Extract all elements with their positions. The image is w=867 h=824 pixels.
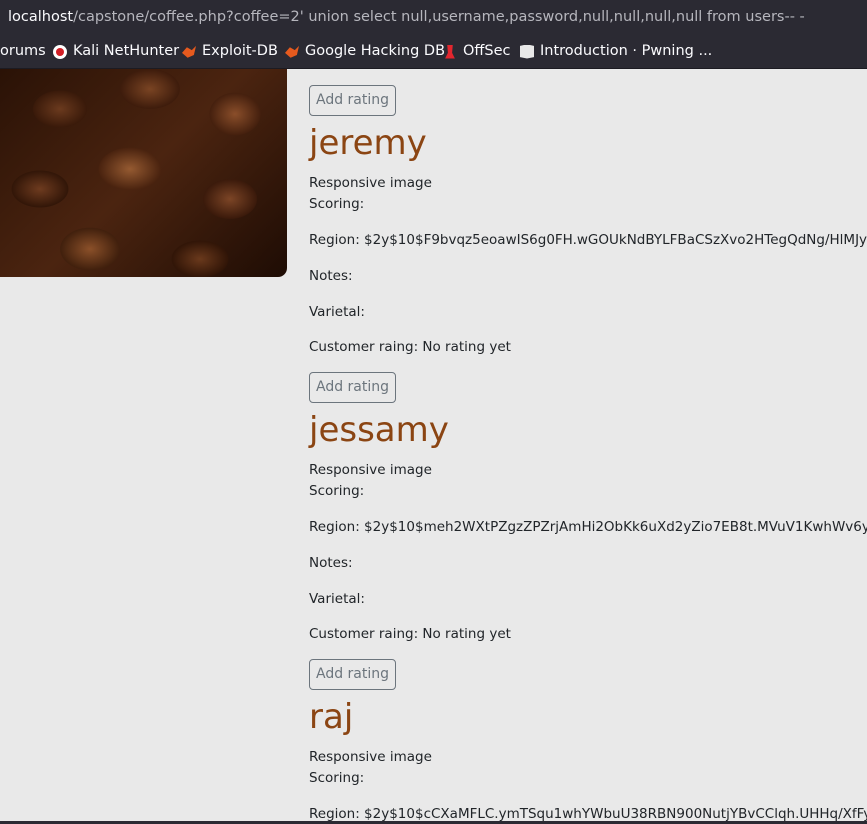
page-content: Add rating jeremy Responsive image Scori…	[0, 69, 867, 821]
bookmark-label: Introduction · Pwning ...	[540, 43, 713, 59]
coffee-name: jeremy	[309, 123, 427, 163]
bookmark-pwning[interactable]: Introduction · Pwning ...	[520, 35, 712, 68]
ghdb-icon	[285, 45, 299, 58]
kali-icon	[53, 44, 67, 59]
bookmark-label: orums	[0, 43, 46, 59]
bookmark-offsec[interactable]: OffSec	[443, 35, 511, 68]
add-rating-button[interactable]: Add rating	[309, 659, 396, 690]
responsive-image-alt: Responsive image	[309, 175, 432, 191]
region-value: Region: $2y$10$meh2WXtPZgzZPZrjAmHi2ObKk…	[309, 519, 867, 535]
region-value: Region: $2y$10$cCXaMFLC.ymTSqu1whYWbuU38…	[309, 806, 867, 821]
bookmark-label: Kali NetHunter	[73, 43, 180, 59]
bookmark-forums[interactable]: orums	[0, 35, 46, 68]
bookmark-google-hacking-db[interactable]: Google Hacking DB	[285, 35, 445, 68]
offsec-icon	[445, 44, 455, 59]
customer-rating: Customer raing: No rating yet	[309, 339, 511, 355]
book-icon	[520, 44, 534, 59]
varietal-label: Varietal:	[309, 591, 365, 607]
responsive-image-alt: Responsive image	[309, 749, 432, 765]
region-value: Region: $2y$10$F9bvqz5eoawIS6g0FH.wGOUkN…	[309, 232, 867, 248]
bookmark-label: Exploit-DB	[202, 43, 278, 59]
coffee-name: raj	[309, 697, 354, 737]
bookmarks-bar: orums Kali NetHunter Exploit-DB Google H…	[0, 35, 867, 69]
scoring-label: Scoring:	[309, 770, 365, 786]
bookmark-label: Google Hacking DB	[305, 43, 446, 59]
url-path: /capstone/coffee.php?coffee=2' union sel…	[73, 9, 805, 25]
coffee-name: jessamy	[309, 410, 449, 450]
notes-label: Notes:	[309, 555, 353, 571]
scoring-label: Scoring:	[309, 483, 365, 499]
bookmark-kali-nethunter[interactable]: Kali NetHunter	[53, 35, 179, 68]
bookmark-label: OffSec	[463, 43, 511, 59]
responsive-image-alt: Responsive image	[309, 462, 432, 478]
url-host: localhost	[8, 9, 74, 25]
add-rating-button[interactable]: Add rating	[309, 372, 396, 403]
bookmark-exploit-db[interactable]: Exploit-DB	[182, 35, 278, 68]
customer-rating: Customer raing: No rating yet	[309, 626, 511, 642]
scoring-label: Scoring:	[309, 196, 365, 212]
coffee-beans-image	[0, 69, 287, 277]
varietal-label: Varietal:	[309, 304, 365, 320]
url-bar[interactable]: localhost/capstone/coffee.php?coffee=2' …	[0, 0, 867, 35]
exploit-db-icon	[182, 45, 196, 58]
add-rating-button[interactable]: Add rating	[309, 85, 396, 116]
notes-label: Notes:	[309, 268, 353, 284]
